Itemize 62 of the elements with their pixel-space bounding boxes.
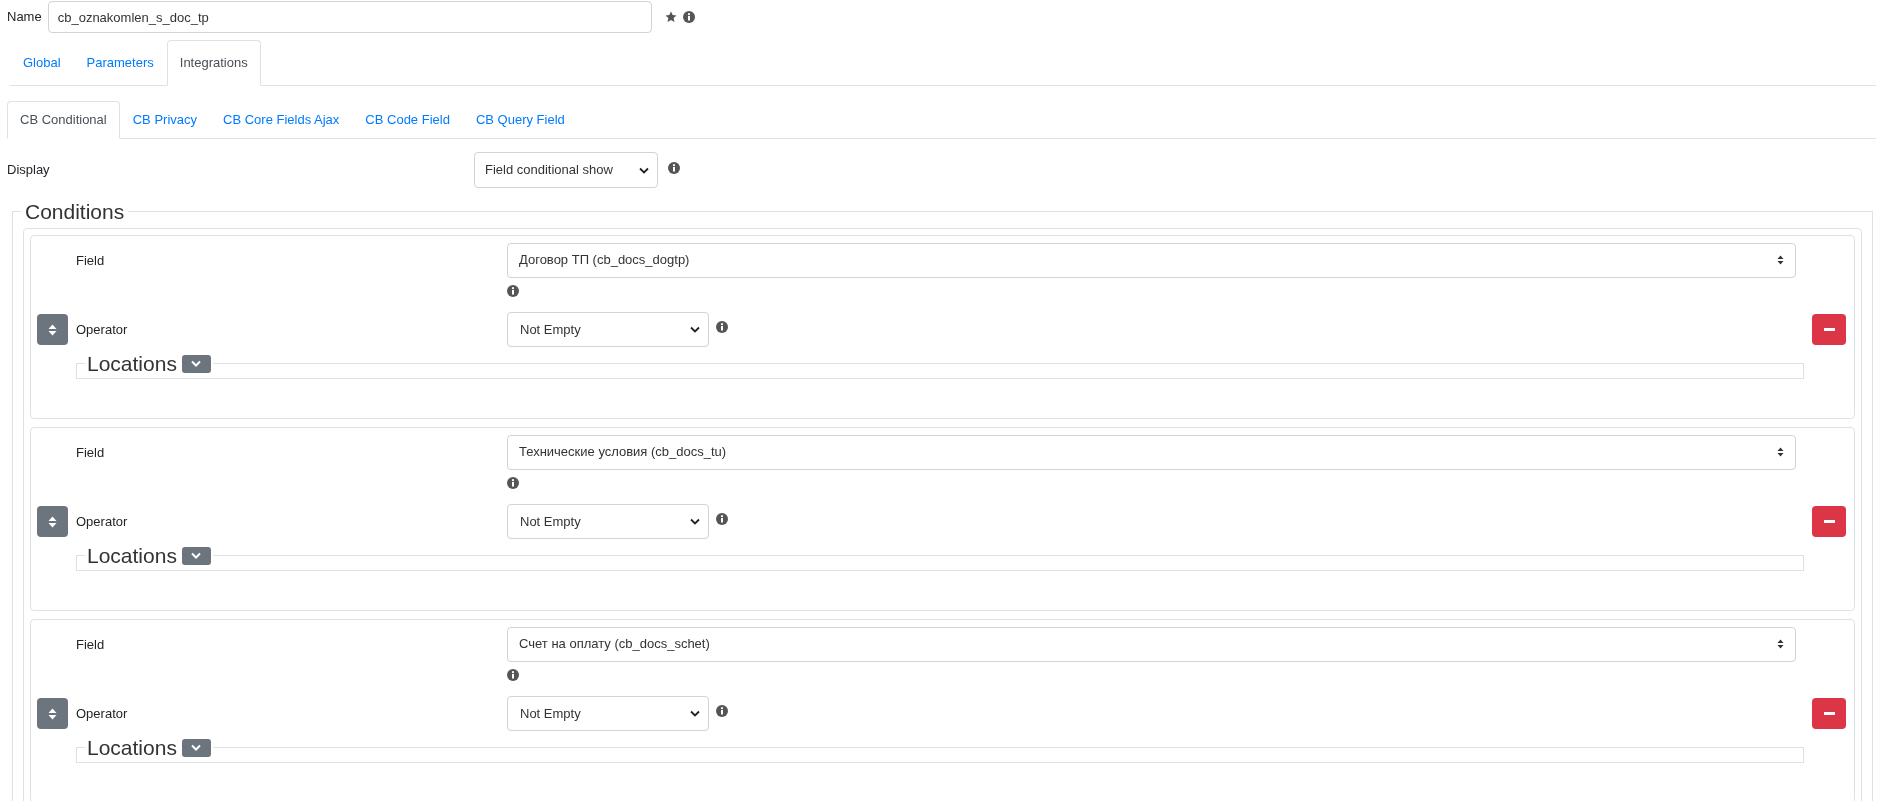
caret-icon [690, 710, 700, 717]
field-select[interactable]: Счет на оплату (cb_docs_schet) [507, 626, 1796, 662]
name-label: Name [7, 8, 42, 27]
star-icon[interactable] [664, 11, 677, 23]
tab[interactable]: Integrations [166, 40, 261, 86]
minus-icon [1823, 712, 1835, 715]
chevron-down-icon [191, 360, 202, 367]
move-button[interactable] [37, 506, 68, 537]
info-icon [507, 476, 519, 489]
locations-legend: Locations [87, 543, 177, 568]
info-icon [507, 284, 519, 297]
conditions-legend: Conditions [21, 196, 129, 228]
caret-icon [639, 166, 649, 174]
locations-legend: Locations [87, 351, 177, 376]
chevron-down-icon [191, 744, 202, 751]
sort-icon [48, 515, 57, 528]
operator-label: Operator [76, 704, 129, 723]
caret-icon [690, 326, 700, 333]
move-button[interactable] [37, 314, 68, 345]
info-icon [716, 512, 728, 525]
sort-icon [1777, 447, 1784, 457]
minus-icon [1823, 520, 1835, 523]
expand-button[interactable] [181, 546, 211, 565]
tab[interactable]: Parameters [73, 40, 167, 86]
chevron-down-icon [191, 552, 202, 559]
field-label: Field [76, 635, 106, 654]
field-select[interactable]: Договор ТП (cb_docs_dogtp) [507, 242, 1796, 278]
operator-select[interactable]: Not Empty [507, 312, 709, 347]
field-select[interactable]: Технические условия (cb_docs_tu) [507, 434, 1796, 470]
expand-button[interactable] [181, 738, 211, 757]
name-input[interactable]: cb_oznakomlen_s_doc_tp [47, 1, 652, 33]
info-icon [682, 11, 695, 23]
info-icon [716, 320, 728, 333]
tab[interactable]: CB Conditional [7, 101, 120, 139]
field-label: Field [76, 251, 106, 270]
display-label: Display [7, 161, 51, 180]
operator-label: Operator [76, 320, 129, 339]
remove-button[interactable] [1812, 314, 1846, 345]
tab[interactable]: CB Code Field [352, 101, 463, 139]
remove-button[interactable] [1812, 506, 1846, 537]
sort-icon [48, 323, 57, 336]
remove-button[interactable] [1812, 698, 1846, 729]
info-icon [668, 162, 680, 174]
tab[interactable]: CB Core Fields Ajax [210, 101, 353, 139]
tab[interactable]: CB Query Field [462, 101, 578, 139]
sort-icon [48, 707, 57, 720]
operator-select[interactable]: Not Empty [507, 696, 709, 731]
tab[interactable]: Global [10, 40, 74, 86]
display-select[interactable]: Field conditional show [474, 152, 658, 188]
field-label: Field [76, 443, 106, 462]
expand-button[interactable] [181, 354, 211, 373]
locations-legend: Locations [87, 735, 177, 760]
operator-select[interactable]: Not Empty [507, 504, 709, 539]
operator-label: Operator [76, 512, 129, 531]
minus-icon [1823, 328, 1835, 331]
tab[interactable]: CB Privacy [119, 101, 210, 139]
sort-icon [1777, 639, 1784, 649]
caret-icon [690, 518, 700, 525]
move-button[interactable] [37, 698, 68, 729]
info-icon [507, 668, 519, 681]
sort-icon [1777, 255, 1784, 265]
info-icon [716, 704, 728, 717]
